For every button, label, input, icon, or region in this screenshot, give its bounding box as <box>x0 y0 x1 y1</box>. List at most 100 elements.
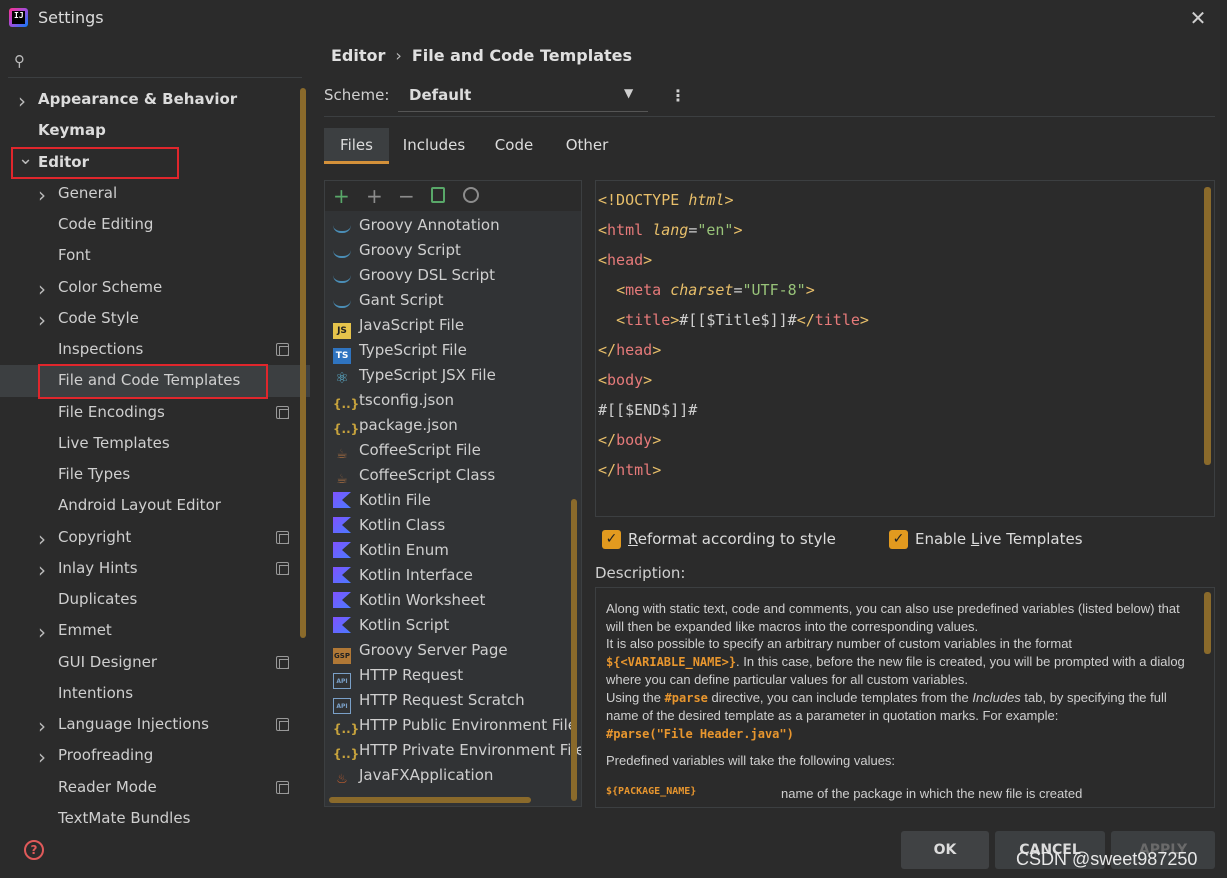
template-list-item[interactable]: {..}package.json <box>333 413 458 438</box>
scheme-label: Scheme: <box>324 86 390 104</box>
sidebar-item-inspections[interactable]: Inspections <box>58 337 143 361</box>
coffee-file-icon: ☕ <box>336 472 348 487</box>
chevron-right-icon[interactable]: › <box>38 308 46 332</box>
sidebar-item-gui-designer[interactable]: GUI Designer <box>58 650 157 674</box>
scheme-value: Default <box>409 86 472 104</box>
sidebar-item-proofreading[interactable]: Proofreading <box>58 743 153 767</box>
template-list-item[interactable]: Groovy DSL Script <box>333 263 495 288</box>
template-label: HTTP Request <box>359 666 464 684</box>
sidebar-item-intentions[interactable]: Intentions <box>58 681 133 705</box>
description-scrollbar[interactable] <box>1204 592 1211 654</box>
template-list-item[interactable]: Kotlin Class <box>333 513 445 538</box>
live-templates-checkbox-label[interactable]: Enable Live Templates <box>915 530 1083 548</box>
template-list-item[interactable]: TS TypeScript File <box>333 338 467 364</box>
chevron-right-icon[interactable]: › <box>18 89 26 113</box>
templates-list-hscrollbar[interactable] <box>329 797 531 803</box>
settings-search-input[interactable]: ⚲ <box>8 46 302 78</box>
template-label: tsconfig.json <box>359 391 455 409</box>
template-list-item[interactable]: Kotlin Interface <box>333 563 473 588</box>
sidebar-item-duplicates[interactable]: Duplicates <box>58 587 137 611</box>
code-line: </html> <box>598 461 662 479</box>
close-icon[interactable]: ✕ <box>1186 6 1210 30</box>
sidebar-item-file-encodings[interactable]: File Encodings <box>58 400 165 424</box>
reformat-checkbox-label[interactable]: Reformat according to style <box>628 530 836 548</box>
kotlin-file-icon <box>333 492 351 508</box>
template-list-item[interactable]: Gant Script <box>333 288 443 313</box>
reset-icon[interactable] <box>463 187 479 203</box>
sidebar-item-android-layout-editor[interactable]: Android Layout Editor <box>58 493 221 517</box>
template-label: HTTP Public Environment File <box>359 716 577 734</box>
live-templates-checkbox[interactable]: ✓ <box>889 530 908 549</box>
add-child-template-button[interactable]: + <box>366 184 383 208</box>
project-level-icon <box>276 562 289 575</box>
sidebar-item-appearance-behavior[interactable]: Appearance & Behavior <box>38 87 237 111</box>
annotation-highlight-file-templates <box>38 364 268 399</box>
template-list-item[interactable]: ⚛ TypeScript JSX File <box>333 363 496 388</box>
template-list-item[interactable]: API HTTP Request <box>333 663 464 689</box>
add-template-button[interactable]: + <box>333 184 350 208</box>
reformat-checkbox[interactable]: ✓ <box>602 530 621 549</box>
template-list-item[interactable]: Kotlin File <box>333 488 431 513</box>
template-list-item[interactable]: API HTTP Request Scratch <box>333 688 525 714</box>
sidebar-item-copyright[interactable]: Copyright <box>58 525 131 549</box>
template-list-item[interactable]: JS JavaScript File <box>333 313 464 339</box>
template-list-item[interactable]: Groovy Annotation <box>333 213 500 238</box>
window-title: Settings <box>38 8 104 27</box>
sidebar-item-file-types[interactable]: File Types <box>58 462 130 486</box>
sidebar-item-language-injections[interactable]: Language Injections <box>58 712 209 736</box>
template-list-item[interactable]: {..}HTTP Private Environment File <box>333 738 581 763</box>
kotlin-file-icon <box>333 542 351 558</box>
template-list-item[interactable]: ☕ CoffeeScript Class <box>333 463 495 488</box>
chevron-right-icon[interactable]: › <box>38 277 46 301</box>
scheme-dropdown[interactable]: Default ▼ <box>398 82 648 112</box>
breadcrumb-parent[interactable]: Editor <box>331 46 385 65</box>
editor-scrollbar[interactable] <box>1204 187 1211 465</box>
template-list-item[interactable]: ♨ JavaFXApplication <box>333 763 493 788</box>
tab-other[interactable]: Other <box>556 128 618 164</box>
template-list-item[interactable]: Kotlin Enum <box>333 538 449 563</box>
kotlin-file-icon <box>333 567 351 583</box>
help-icon[interactable]: ? <box>24 840 44 860</box>
project-level-icon <box>276 656 289 669</box>
tab-includes[interactable]: Includes <box>394 128 474 164</box>
sidebar-scrollbar[interactable] <box>300 88 306 638</box>
remove-template-button[interactable]: − <box>398 184 415 208</box>
ok-button[interactable]: OK <box>901 831 989 869</box>
template-list-item[interactable]: GSP Groovy Server Page <box>333 638 508 664</box>
template-list-item[interactable]: {..}HTTP Public Environment File <box>333 713 577 738</box>
project-level-icon <box>276 781 289 794</box>
template-code-editor[interactable]: <!DOCTYPE html> <html lang="en"> <head> <m… <box>595 180 1215 517</box>
sidebar-item-textmate-bundles[interactable]: TextMate Bundles <box>58 806 190 830</box>
sidebar-item-code-style[interactable]: Code Style <box>58 306 139 330</box>
sidebar-item-inlay-hints[interactable]: Inlay Hints <box>58 556 138 580</box>
sidebar-item-live-templates[interactable]: Live Templates <box>58 431 170 455</box>
template-list-item[interactable]: ☕ CoffeeScript File <box>333 438 481 463</box>
sidebar-item-code-editing[interactable]: Code Editing <box>58 212 153 236</box>
chevron-right-icon[interactable]: › <box>38 558 46 582</box>
sidebar-item-reader-mode[interactable]: Reader Mode <box>58 775 157 799</box>
variable-row: ${PACKAGE_NAME} name of the package in w… <box>606 779 1196 801</box>
template-label: TypeScript File <box>359 341 467 359</box>
template-label: Kotlin Enum <box>359 541 449 559</box>
chevron-right-icon[interactable]: › <box>38 714 46 738</box>
tab-files[interactable]: Files <box>324 128 389 164</box>
chevron-right-icon[interactable]: › <box>38 183 46 207</box>
chevron-right-icon[interactable]: › <box>38 745 46 769</box>
sidebar-item-color-scheme[interactable]: Color Scheme <box>58 275 162 299</box>
tab-code[interactable]: Code <box>484 128 544 164</box>
templates-list-vscrollbar[interactable] <box>571 499 577 801</box>
kebab-menu-icon[interactable]: ⋮ <box>670 86 686 105</box>
chevron-right-icon[interactable]: › <box>38 620 46 644</box>
copy-icon[interactable] <box>431 187 445 203</box>
template-list-item[interactable]: Groovy Script <box>333 238 461 263</box>
template-list-item[interactable]: Kotlin Worksheet <box>333 588 485 613</box>
template-list-item[interactable]: {..}tsconfig.json <box>333 388 454 413</box>
chevron-right-icon[interactable]: › <box>38 527 46 551</box>
sidebar-item-general[interactable]: General <box>58 181 117 205</box>
sidebar-item-emmet[interactable]: Emmet <box>58 618 112 642</box>
sidebar-item-keymap[interactable]: Keymap <box>38 118 106 142</box>
kotlin-file-icon <box>333 592 351 608</box>
sidebar-item-font[interactable]: Font <box>58 243 91 267</box>
template-list-item[interactable]: Kotlin Script <box>333 613 449 638</box>
title-bar: IJ Settings ✕ <box>0 0 1227 36</box>
